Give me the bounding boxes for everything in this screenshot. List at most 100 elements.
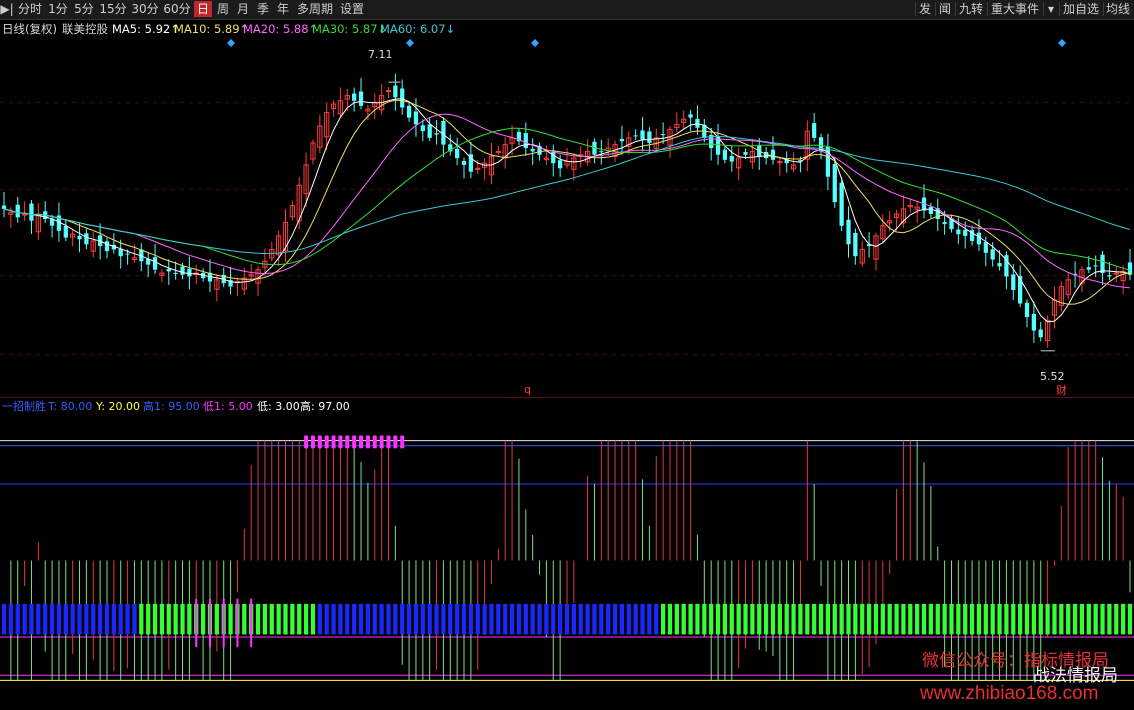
trend-strip-bar	[228, 603, 233, 635]
pane-divider	[0, 397, 1134, 398]
trend-strip-bar	[104, 603, 110, 635]
period-tab-month[interactable]: 月	[234, 1, 252, 17]
trend-strip-bar	[427, 603, 432, 635]
period-tab-30m[interactable]: 30分	[130, 1, 160, 17]
candle-down	[180, 266, 185, 275]
trend-strip-bar	[310, 603, 316, 635]
toolbar-separator	[1043, 2, 1044, 16]
trend-strip-bar	[1079, 603, 1085, 635]
ma10-value: MA10: 5.89↑	[174, 22, 250, 36]
candle-down	[15, 204, 20, 218]
toolbar-btn-addfav[interactable]: 加自选	[1060, 1, 1102, 17]
trend-strip-bar	[866, 603, 872, 635]
trend-strip-bar	[324, 603, 329, 635]
toolbar-btn-events[interactable]: 重大事件	[988, 1, 1042, 17]
candle-down	[427, 124, 432, 138]
magenta-top-marker	[400, 435, 405, 449]
magenta-top-marker	[304, 435, 309, 449]
trend-strip-bar	[242, 603, 247, 635]
magenta-top-marker	[379, 435, 384, 449]
trend-strip-bar	[1093, 603, 1098, 635]
candle-down	[434, 133, 439, 135]
trend-strip-bar	[214, 603, 219, 635]
trend-strip-bar	[365, 603, 371, 635]
trend-strip-bar	[338, 603, 343, 635]
trend-strip-bar	[139, 603, 144, 635]
period-tab-day[interactable]: 日	[194, 1, 212, 17]
trend-strip-bar	[1052, 603, 1057, 635]
trend-strip-bar	[63, 603, 68, 635]
trend-strip-bar	[276, 603, 281, 635]
high-price-label: 7.11	[368, 48, 393, 61]
trend-strip-bar	[901, 603, 906, 635]
toolbar-separator	[987, 2, 988, 16]
trend-strip-bar	[255, 603, 261, 635]
q-marker: q	[524, 383, 531, 396]
toolbar-separator	[955, 2, 956, 16]
candle-down	[688, 114, 693, 118]
trend-strip-bar	[173, 603, 178, 635]
trend-strip-bar	[695, 603, 700, 635]
period-tab-fenshi[interactable]: 分时	[16, 1, 44, 17]
magenta-top-marker	[386, 435, 391, 449]
trend-strip-bar	[441, 603, 446, 635]
period-tab-year[interactable]: 年	[274, 1, 292, 17]
period-tab-week[interactable]: 周	[214, 1, 232, 17]
trend-strip-bar	[1114, 603, 1119, 635]
candle-down	[530, 148, 535, 152]
trend-strip-bar	[200, 603, 206, 635]
trend-strip-bar	[1024, 603, 1030, 635]
trend-strip-bar	[846, 603, 851, 635]
candle-down	[420, 125, 425, 132]
cai-marker[interactable]: 财	[1056, 382, 1067, 398]
trend-strip-bar	[715, 603, 721, 635]
trend-strip-bar	[722, 603, 728, 635]
candle-down	[839, 182, 844, 226]
candle-down	[1038, 329, 1043, 338]
period-tab-15m[interactable]: 15分	[98, 1, 128, 17]
period-tab-5m[interactable]: 5分	[72, 1, 96, 17]
trend-strip-bar	[818, 603, 824, 635]
candle-down	[963, 229, 968, 236]
trend-strip-bar	[709, 603, 714, 635]
trend-strip-bar	[853, 603, 858, 635]
candlestick-chart[interactable]	[0, 38, 1134, 398]
trend-strip-bar	[736, 603, 741, 635]
period-tab-season[interactable]: 季	[254, 1, 272, 17]
trend-strip-bar	[599, 603, 604, 635]
trend-strip-bar	[915, 603, 920, 635]
trend-strip-bar	[839, 603, 844, 635]
period-tab-play[interactable]: ▶|	[0, 1, 14, 17]
trend-strip-bar	[571, 603, 576, 635]
indicator-gao: 高: 97.00	[300, 400, 350, 413]
trend-strip-bar	[894, 603, 899, 635]
toolbar-btn-jiuzhuan[interactable]: 九转	[956, 1, 986, 17]
trend-strip-bar	[660, 603, 666, 635]
trend-strip-bar	[564, 603, 570, 635]
period-tab-multi[interactable]: 多周期	[294, 1, 336, 17]
toolbar-btn-fa[interactable]: 发	[916, 1, 934, 17]
period-tab-settings[interactable]: 设置	[338, 1, 366, 17]
trend-strip-bar	[1004, 603, 1009, 635]
trend-strip-bar	[702, 603, 707, 635]
trend-strip-bar	[187, 603, 192, 635]
trend-strip-bar	[379, 603, 384, 635]
candle-down	[63, 225, 68, 238]
period-tab-1m[interactable]: 1分	[46, 1, 70, 17]
toolbar-separator	[1059, 2, 1060, 16]
ma5-line	[3, 98, 1131, 323]
toolbar-btn-wen[interactable]: 闻	[936, 1, 954, 17]
candle-down	[983, 241, 988, 253]
period-tab-60m[interactable]: 60分	[162, 1, 192, 17]
candle-down	[461, 160, 467, 165]
trend-strip-bar	[667, 603, 673, 635]
candle-down	[187, 268, 192, 277]
toolbar-btn-dropdown[interactable]: ▾	[1044, 1, 1058, 17]
trend-strip-bar	[791, 603, 796, 635]
trend-strip-bar	[49, 603, 55, 635]
trend-strip-bar	[674, 603, 679, 635]
trend-strip-bar	[345, 603, 350, 635]
candle-down	[166, 268, 171, 272]
trend-strip-bar	[1086, 603, 1091, 635]
toolbar-btn-jx[interactable]: 均线	[1104, 1, 1132, 17]
